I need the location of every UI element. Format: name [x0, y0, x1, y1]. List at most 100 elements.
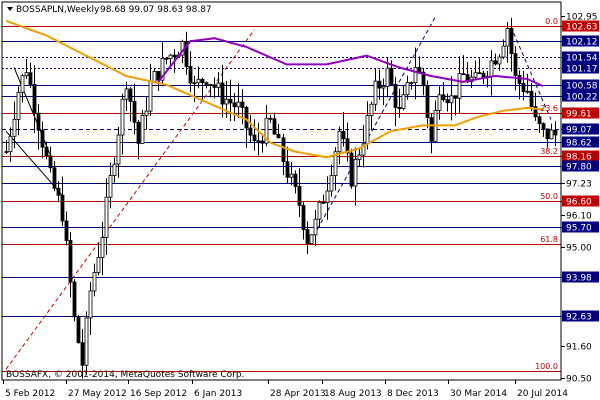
- price-tick-label-19: 91.60: [566, 343, 592, 353]
- candle-body-112: [453, 95, 458, 99]
- candle-body-123: [497, 56, 502, 65]
- candle-body-15: [64, 220, 69, 241]
- candle-body-108: [437, 94, 442, 111]
- candle-body-40: [164, 57, 169, 60]
- candle-body-0: [4, 151, 9, 153]
- candle-body-52: [212, 84, 217, 88]
- candle-body-29: [120, 98, 125, 136]
- candle-body-98: [397, 107, 402, 109]
- candle-body-131: [529, 90, 534, 107]
- candle-body-80: [325, 190, 330, 204]
- date-tick-label-1: 27 May 2012: [68, 389, 127, 399]
- candle-body-1: [8, 135, 13, 153]
- candle-body-130: [525, 90, 530, 93]
- candle-body-79: [321, 202, 326, 204]
- candle-body-9: [40, 129, 45, 148]
- candle-body-119: [481, 72, 486, 78]
- date-tick-label-2: 16 Sep 2012: [130, 389, 187, 399]
- candle-body-71: [289, 173, 294, 178]
- candle-body-33: [136, 121, 141, 144]
- price-tag-label-11: 97.80: [566, 163, 592, 173]
- candle-body-5: [24, 72, 29, 77]
- candle-body-3: [16, 91, 21, 120]
- chart-header-quote: 98.68 99.07 98.63 98.87: [100, 5, 212, 15]
- candle-body-86: [349, 152, 354, 187]
- candle-body-68: [276, 133, 281, 139]
- price-tick-label-12: 97.23: [566, 180, 592, 190]
- candle-body-127: [513, 53, 518, 76]
- candle-body-77: [313, 218, 318, 236]
- candle-body-36: [148, 81, 153, 112]
- candle-body-128: [517, 74, 522, 84]
- candle-body-63: [256, 140, 261, 142]
- candle-body-53: [216, 82, 221, 88]
- candle-body-7: [32, 84, 37, 114]
- candle-body-60: [244, 107, 249, 129]
- candle-body-22: [92, 272, 97, 292]
- candle-body-24: [100, 237, 105, 258]
- price-tag-label-13: 96.60: [566, 198, 592, 208]
- candle-body-75: [305, 229, 310, 245]
- candle-body-8: [36, 112, 41, 131]
- candle-body-117: [473, 72, 478, 78]
- fib-level-label-2: 38.2: [540, 147, 558, 156]
- date-tick-label-8: 20 Jul 2014: [517, 389, 568, 399]
- candle-body-35: [144, 110, 149, 116]
- candle-body-48: [196, 78, 201, 84]
- candle-body-101: [409, 82, 414, 85]
- candle-body-135: [545, 128, 550, 140]
- candle-body-23: [96, 257, 101, 273]
- candle-body-92: [373, 80, 378, 105]
- date-tick-label-5: 18 Aug 2013: [324, 389, 382, 399]
- candle-body-83: [337, 130, 342, 153]
- candle-body-58: [236, 101, 241, 108]
- candle-body-100: [405, 82, 410, 96]
- candle-body-126: [509, 27, 514, 54]
- candle-body-25: [104, 196, 109, 238]
- candle-body-88: [357, 154, 362, 160]
- candle-body-74: [301, 205, 306, 231]
- candle-body-66: [268, 117, 273, 120]
- candle-body-14: [60, 194, 65, 222]
- candle-body-57: [232, 102, 237, 108]
- candle-body-42: [172, 54, 177, 58]
- candle-body-16: [68, 240, 73, 283]
- candle-body-55: [224, 98, 229, 105]
- candle-body-93: [377, 80, 382, 89]
- candle-body-19: [80, 342, 85, 366]
- candle-body-70: [285, 161, 290, 178]
- candle-body-76: [309, 234, 314, 245]
- candle-body-21: [88, 290, 93, 319]
- price-tag-label-8: 99.07: [566, 126, 592, 136]
- candle-body-37: [152, 71, 157, 82]
- candle-body-102: [413, 67, 418, 84]
- candle-body-54: [220, 82, 225, 105]
- date-tick-label-4: 28 Apr 2013: [270, 389, 326, 399]
- candle-body-122: [493, 60, 498, 65]
- candle-body-10: [44, 146, 49, 157]
- candle-body-26: [108, 175, 113, 198]
- price-tick-label-20: 90.50: [566, 375, 592, 385]
- date-tick-label-6: 8 Dec 2013: [387, 389, 439, 399]
- candle-body-90: [365, 115, 370, 145]
- candle-body-110: [445, 99, 450, 104]
- candle-body-59: [240, 101, 245, 108]
- price-chart: 0.023.638.250.061.8100.0 102.95102.63102…: [0, 0, 600, 400]
- candle-body-133: [537, 116, 542, 125]
- candle-body-94: [381, 86, 386, 89]
- candle-body-27: [112, 163, 117, 176]
- copyright-text: BOSSAFX, © 2001-2014, MetaQuotes Softwar…: [6, 370, 244, 380]
- candle-body-106: [429, 117, 434, 142]
- candle-body-137: [553, 129, 558, 136]
- price-tag-label-4: 101.17: [566, 65, 598, 75]
- candle-body-69: [281, 137, 286, 163]
- price-tag-label-5: 100.58: [566, 82, 598, 92]
- chart-window: 0.0 23.6 38.2 50.0 61.8 100.0 102.95 102.63 102…: [0, 0, 600, 400]
- candle-body-84: [341, 130, 346, 140]
- fib-level-label-5: 100.0: [535, 362, 558, 371]
- candle-body-125: [505, 27, 510, 47]
- candle-body-28: [116, 134, 121, 165]
- price-tag-label-7: 99.61: [566, 110, 592, 120]
- candle-body-95: [385, 67, 390, 87]
- price-tag-label-15: 95.70: [566, 224, 592, 234]
